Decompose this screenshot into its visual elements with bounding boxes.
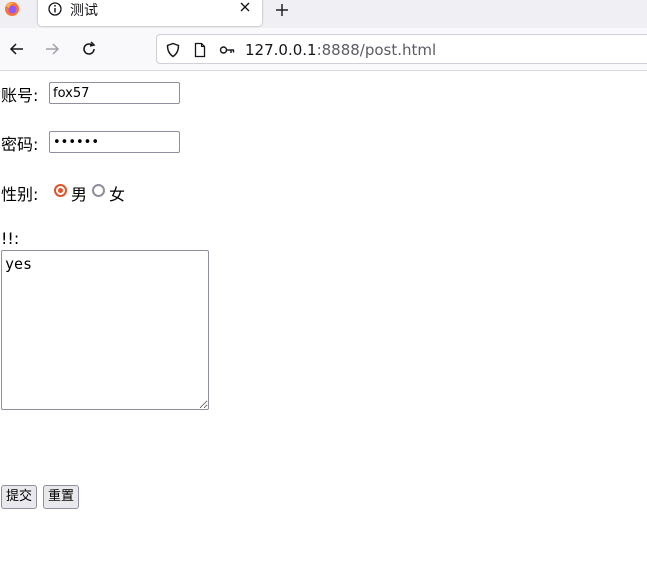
tab-bar: 测试: [0, 0, 647, 28]
password-label: 密码:: [1, 135, 39, 154]
page-icon[interactable]: [192, 42, 208, 58]
url-bar[interactable]: 127.0.0.1:8888/post.html: [156, 34, 647, 64]
account-input[interactable]: [49, 82, 180, 104]
new-tab-plus-icon[interactable]: [275, 3, 289, 17]
account-label: 账号:: [1, 86, 39, 105]
tab-title: 测试: [70, 3, 98, 19]
info-icon: [48, 2, 62, 16]
gender-radio-male[interactable]: [54, 184, 67, 197]
gender-option-male-label: 男: [71, 185, 88, 204]
back-arrow-icon[interactable]: [9, 41, 25, 57]
close-tab-icon[interactable]: [238, 0, 252, 14]
url-path: :8888/post.html: [316, 41, 437, 59]
url-text[interactable]: 127.0.0.1:8888/post.html: [245, 41, 436, 59]
reload-icon[interactable]: [81, 41, 97, 57]
submit-button[interactable]: 提交: [1, 485, 38, 509]
gender-label: 性别:: [1, 185, 39, 204]
forward-arrow-icon[interactable]: [44, 41, 60, 57]
gender-option-female-label: 女: [109, 185, 126, 204]
gender-radio-female[interactable]: [92, 184, 105, 197]
comment-label: !!:: [1, 229, 20, 248]
page-content: 账号: 密码: 性别: 男 女 !!: yes 提交 重置: [0, 71, 647, 562]
url-host: 127.0.0.1: [245, 41, 317, 59]
reset-button[interactable]: 重置: [43, 485, 80, 509]
tab-active[interactable]: 测试: [38, 0, 262, 26]
firefox-logo-icon[interactable]: [4, 1, 20, 17]
nav-bar: 127.0.0.1:8888/post.html: [0, 28, 647, 71]
password-input[interactable]: [49, 131, 180, 153]
shield-icon[interactable]: [165, 42, 181, 58]
key-icon[interactable]: [219, 42, 235, 58]
comment-textarea[interactable]: yes: [1, 250, 209, 410]
